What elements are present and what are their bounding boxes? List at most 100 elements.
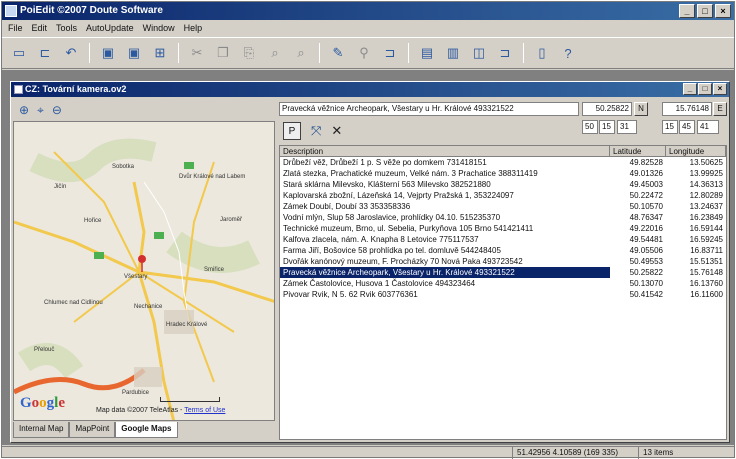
- book-icon[interactable]: ▯: [531, 42, 553, 64]
- close-button[interactable]: ×: [715, 4, 731, 18]
- menu-window[interactable]: Window: [143, 21, 175, 36]
- lat-seconds-field[interactable]: 31: [617, 120, 637, 134]
- cell-desc: Vodní mlýn, Slup 58 Jaroslavice, prohlíd…: [283, 213, 501, 222]
- cell-lon: 15.51351: [689, 257, 723, 266]
- window-cascade-icon[interactable]: ▥: [442, 42, 464, 64]
- save-icon[interactable]: ▣: [97, 42, 119, 64]
- lon-degrees-field[interactable]: 15: [662, 120, 678, 134]
- cell-lat: 49.54481: [629, 235, 663, 244]
- document-icon: [14, 85, 23, 94]
- copy-icon[interactable]: ❐: [212, 42, 234, 64]
- column-description[interactable]: Description: [280, 146, 610, 156]
- table-row[interactable]: Zámek Častolovice, Husova 1 Častolovice …: [280, 278, 726, 289]
- cell-lat: 49.45003: [629, 180, 663, 189]
- open-folder-icon[interactable]: ⊏: [34, 42, 56, 64]
- cell-lon: 12.80289: [689, 191, 723, 200]
- status-coordinates: 51.42956 4.10589 (169 335): [512, 447, 637, 459]
- cell-desc: Kalfova zlacela, nám. A. Knapha 8 Letovi…: [283, 235, 479, 244]
- zoom-out-icon[interactable]: ⊖: [52, 103, 62, 117]
- table-row[interactable]: Stará sklárna Milevsko, Klášterní 563 Mi…: [280, 179, 726, 190]
- new-file-icon[interactable]: ▭: [8, 42, 30, 64]
- undo-icon[interactable]: ↶: [60, 42, 82, 64]
- map-toolbar: ⊕ ⌖ ⊖: [13, 99, 275, 121]
- document-title: CZ: Tovární kamera.ov2: [25, 84, 127, 94]
- lon-minutes-field[interactable]: 45: [679, 120, 695, 134]
- help-icon[interactable]: ?: [557, 42, 579, 64]
- table-row[interactable]: Vodní mlýn, Slup 58 Jaroslavice, prohlíd…: [280, 212, 726, 223]
- table-row[interactable]: Farma Jiří, Bošovice 58 prohlídka po tel…: [280, 245, 726, 256]
- lat-minutes-field[interactable]: 15: [599, 120, 615, 134]
- window-arrange-icon[interactable]: ◫: [468, 42, 490, 64]
- table-row[interactable]: Drůbeží věž, Drůbeží 1 p. S věže po domk…: [280, 157, 726, 168]
- google-logo: Google: [20, 395, 66, 411]
- latitude-direction-button[interactable]: N: [634, 102, 648, 116]
- menu-tools[interactable]: Tools: [56, 21, 77, 36]
- menu-file[interactable]: File: [8, 21, 23, 36]
- menu-help[interactable]: Help: [184, 21, 203, 36]
- google-map[interactable]: Jičín Dvůr Králové nad Labem Sobotka Jar…: [13, 121, 275, 421]
- cell-lat: 49.05506: [629, 246, 663, 255]
- column-longitude[interactable]: Longitude: [666, 146, 726, 156]
- selected-description-field[interactable]: Pravecká věžnice Archeopark, Všestary u …: [279, 102, 579, 116]
- tab-google-maps[interactable]: Google Maps: [115, 422, 178, 438]
- maximize-button[interactable]: □: [697, 4, 713, 18]
- cell-desc: Stará sklárna Milevsko, Klášterní 563 Mi…: [283, 180, 491, 189]
- minimize-button[interactable]: _: [679, 4, 695, 18]
- child-close-button[interactable]: ×: [713, 83, 727, 95]
- map-label: Všestary: [124, 274, 148, 280]
- lat-degrees-field[interactable]: 50: [582, 120, 598, 134]
- document-titlebar: CZ: Tovární kamera.ov2 _ □ ×: [11, 82, 729, 97]
- fit-all-icon[interactable]: ⌖: [37, 103, 44, 118]
- delete-icon[interactable]: ✕: [331, 123, 342, 139]
- folder-icon[interactable]: ⊐: [494, 42, 516, 64]
- find-next-icon[interactable]: ⌕: [290, 42, 312, 64]
- table-row[interactable]: Dvořák kanónový muzeum, F. Procházky 70 …: [280, 256, 726, 267]
- paste-icon[interactable]: ⎘: [238, 42, 260, 64]
- cell-lat: 50.25822: [629, 268, 663, 277]
- table-row[interactable]: Zlatá stezka, Prachatické muzeum, Velké …: [280, 168, 726, 179]
- folder-export-icon[interactable]: ⊐: [379, 42, 401, 64]
- child-minimize-button[interactable]: _: [683, 83, 697, 95]
- move-icon[interactable]: ⤧: [311, 123, 321, 139]
- table-row[interactable]: Technické muzeum, Brno, ul. Sebelia, Pur…: [280, 223, 726, 234]
- longitude-direction-button[interactable]: E: [713, 102, 727, 116]
- cell-lon: 13.99925: [689, 169, 723, 178]
- cell-lon: 13.24637: [689, 202, 723, 211]
- cut-icon[interactable]: ✂: [186, 42, 208, 64]
- save-as-icon[interactable]: ▣: [123, 42, 145, 64]
- toolbar-separator: [89, 43, 90, 63]
- map-graphic: [14, 122, 274, 420]
- map-label: Hořice: [84, 218, 102, 224]
- map-label: Smiřice: [204, 267, 225, 273]
- select-mode-icon[interactable]: P: [283, 122, 301, 140]
- map-label: Přelouč: [34, 347, 55, 353]
- tab-mappoint[interactable]: MapPoint: [69, 422, 116, 438]
- table-row[interactable]: Kaplovarská zbožní, Lázeňská 14, Vejprty…: [280, 190, 726, 201]
- window-tile-icon[interactable]: ▤: [416, 42, 438, 64]
- table-row[interactable]: Pravecká věžnice Archeopark, Všestary u …: [280, 267, 726, 278]
- zoom-in-icon[interactable]: ⊕: [19, 103, 29, 117]
- edit-pencil-icon[interactable]: ✎: [327, 42, 349, 64]
- menu-autoupdate[interactable]: AutoUpdate: [86, 21, 134, 36]
- column-latitude[interactable]: Latitude: [610, 146, 666, 156]
- tab-internal-map[interactable]: Internal Map: [13, 422, 70, 438]
- menu-edit[interactable]: Edit: [32, 21, 48, 36]
- poi-marker[interactable]: [138, 255, 146, 263]
- lon-seconds-field[interactable]: 41: [697, 120, 719, 134]
- main-toolbar: ▭ ⊏ ↶ ▣ ▣ ⊞ ✂ ❐ ⎘ ⌕ ⌕ ✎ ⚲ ⊐ ▤ ▥ ◫ ⊐ ▯ ?: [2, 37, 734, 69]
- table-row[interactable]: Kalfova zlacela, nám. A. Knapha 8 Letovi…: [280, 234, 726, 245]
- longitude-field[interactable]: 15.76148: [662, 102, 712, 116]
- table-row[interactable]: Pivovar Rvik, N 5. 62 Rvik 603776361 50.4…: [280, 289, 726, 300]
- table-row[interactable]: Zámek Doubí, Doubí 33 353358336 50.10570 1…: [280, 201, 726, 212]
- cell-lat: 49.01326: [629, 169, 663, 178]
- cell-lat: 50.10570: [629, 202, 663, 211]
- terms-link[interactable]: Terms of Use: [184, 407, 225, 414]
- cell-lat: 49.22016: [629, 224, 663, 233]
- cell-desc: Farma Jiří, Bošovice 58 prohlídka po tel…: [283, 246, 501, 255]
- app-title: PoiEdit ©2007 Doute Software: [20, 5, 163, 16]
- child-maximize-button[interactable]: □: [698, 83, 712, 95]
- latitude-field[interactable]: 50.25822: [582, 102, 632, 116]
- find-icon[interactable]: ⌕: [264, 42, 286, 64]
- marker-icon[interactable]: ⚲: [353, 42, 375, 64]
- save-all-icon[interactable]: ⊞: [149, 42, 171, 64]
